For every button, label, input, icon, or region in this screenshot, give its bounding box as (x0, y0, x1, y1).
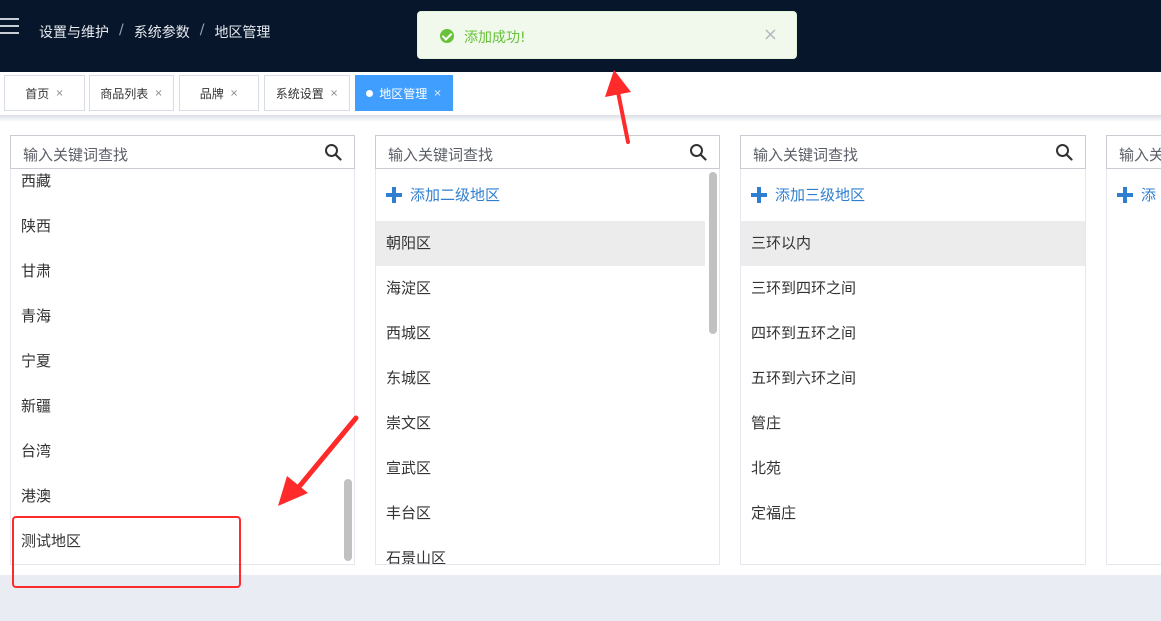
tab-system-settings[interactable]: 系统设置 × (264, 75, 350, 111)
tab-region-management[interactable]: 地区管理 × (355, 75, 453, 111)
tab-label: 地区管理 (379, 86, 428, 101)
active-dot-icon (366, 89, 374, 97)
add-label: 添 (1141, 186, 1157, 204)
tab-label: 品牌 (199, 86, 224, 101)
tabs-bar: 首页 × 商品列表 × 品牌 × 系统设置 × 地区管理 × (0, 72, 1161, 116)
search-box[interactable]: 输入关键词查找 (740, 135, 1086, 169)
breadcrumb-item[interactable]: 设置与维护 (39, 22, 109, 42)
region-list: 添 (1106, 169, 1161, 565)
list-item[interactable]: 台湾 (11, 429, 354, 474)
list-item[interactable]: 石景山区 (376, 536, 719, 564)
tab-close-icon[interactable]: × (433, 88, 441, 99)
list-item[interactable]: 东城区 (376, 356, 719, 401)
add-level4-button[interactable]: 添 (1107, 169, 1161, 221)
region-list: 添加三级地区 三环以内 三环到四环之间 四环到五环之间 五环到六环之间 管庄 北… (740, 169, 1086, 565)
list-item[interactable]: 四环到五环之间 (741, 311, 1085, 356)
plus-icon (1117, 187, 1133, 203)
breadcrumb-item[interactable]: 系统参数 (134, 22, 190, 42)
list-item[interactable]: 五环到六环之间 (741, 356, 1085, 401)
add-level3-button[interactable]: 添加三级地区 (741, 169, 1085, 221)
scrollbar-thumb[interactable] (709, 172, 717, 334)
toast-message: 添加成功! (464, 30, 526, 46)
list-item-selected[interactable]: 朝阳区 (376, 221, 705, 266)
tab-close-icon[interactable]: × (330, 88, 338, 99)
region-list: 添加二级地区 朝阳区 海淀区 西城区 东城区 崇文区 宣武区 丰台区 石景山区 (375, 169, 720, 565)
search-box[interactable]: 输入关键词查找 (10, 135, 355, 169)
region-list: 西藏 陕西 甘肃 青海 宁夏 新疆 台湾 港澳 测试地区 (10, 169, 355, 565)
breadcrumb-separator: / (199, 22, 205, 38)
add-level2-button[interactable]: 添加二级地区 (376, 169, 719, 221)
list-item[interactable]: 宣武区 (376, 446, 719, 491)
search-input[interactable]: 输入关键词查找 (388, 144, 493, 165)
search-input[interactable]: 输入关 (1119, 144, 1161, 165)
list-item[interactable]: 丰台区 (376, 491, 719, 536)
list-item[interactable]: 海淀区 (376, 266, 719, 311)
list-item[interactable]: 青海 (11, 294, 354, 339)
search-box[interactable]: 输入关 (1106, 135, 1161, 169)
search-icon[interactable] (324, 143, 342, 161)
list-item[interactable]: 宁夏 (11, 339, 354, 384)
breadcrumb-separator: / (119, 22, 124, 38)
add-label: 添加二级地区 (410, 186, 501, 204)
scrollbar-thumb[interactable] (344, 479, 352, 561)
region-column-level1: 输入关键词查找 西藏 陕西 甘肃 青海 宁夏 新疆 台湾 港澳 测试地区 (10, 135, 355, 565)
search-input[interactable]: 输入关键词查找 (753, 144, 858, 165)
tab-close-icon[interactable]: × (154, 88, 162, 99)
check-circle-icon (440, 29, 454, 43)
tab-brand[interactable]: 品牌 × (179, 75, 259, 111)
list-item[interactable]: 定福庄 (741, 491, 1085, 536)
search-input[interactable]: 输入关键词查找 (23, 144, 128, 165)
list-item[interactable]: 新疆 (11, 384, 354, 429)
list-item[interactable]: 港澳 (11, 474, 354, 519)
list-item[interactable]: 管庄 (741, 401, 1085, 446)
toast-close-icon[interactable]: × (763, 24, 778, 45)
plus-icon (386, 187, 402, 203)
breadcrumb: 设置与维护 / 系统参数 / 地区管理 (39, 22, 270, 42)
highlight-box-annotation (12, 516, 241, 588)
tab-product-list[interactable]: 商品列表 × (89, 75, 174, 111)
tab-home[interactable]: 首页 × (4, 75, 85, 111)
list-item[interactable]: 甘肃 (11, 249, 354, 294)
list-item[interactable]: 北苑 (741, 446, 1085, 491)
region-column-level4: 输入关 添 (1106, 135, 1161, 565)
region-column-level2: 输入关键词查找 添加二级地区 朝阳区 海淀区 西城区 东城区 崇文区 宣武区 丰… (375, 135, 720, 565)
add-label: 添加三级地区 (775, 186, 866, 204)
search-icon[interactable] (1055, 143, 1073, 161)
tab-label: 首页 (25, 86, 50, 101)
region-column-level3: 输入关键词查找 添加三级地区 三环以内 三环到四环之间 四环到五环之间 五环到六… (740, 135, 1086, 565)
list-item[interactable]: 三环到四环之间 (741, 266, 1085, 311)
search-box[interactable]: 输入关键词查找 (375, 135, 720, 169)
search-icon[interactable] (689, 143, 707, 161)
tab-label: 商品列表 (100, 86, 149, 101)
list-item[interactable]: 西城区 (376, 311, 719, 356)
success-toast: 添加成功! × (417, 11, 797, 59)
list-item[interactable]: 陕西 (11, 204, 354, 249)
list-item-selected[interactable]: 三环以内 (741, 221, 1085, 266)
hamburger-menu-icon[interactable] (0, 18, 20, 36)
tab-label: 系统设置 (275, 86, 324, 101)
list-item[interactable]: 崇文区 (376, 401, 719, 446)
plus-icon (751, 187, 767, 203)
tab-close-icon[interactable]: × (230, 88, 238, 99)
tab-close-icon[interactable]: × (55, 88, 63, 99)
breadcrumb-item-current: 地区管理 (214, 25, 271, 41)
list-item[interactable]: 西藏 (11, 169, 354, 204)
